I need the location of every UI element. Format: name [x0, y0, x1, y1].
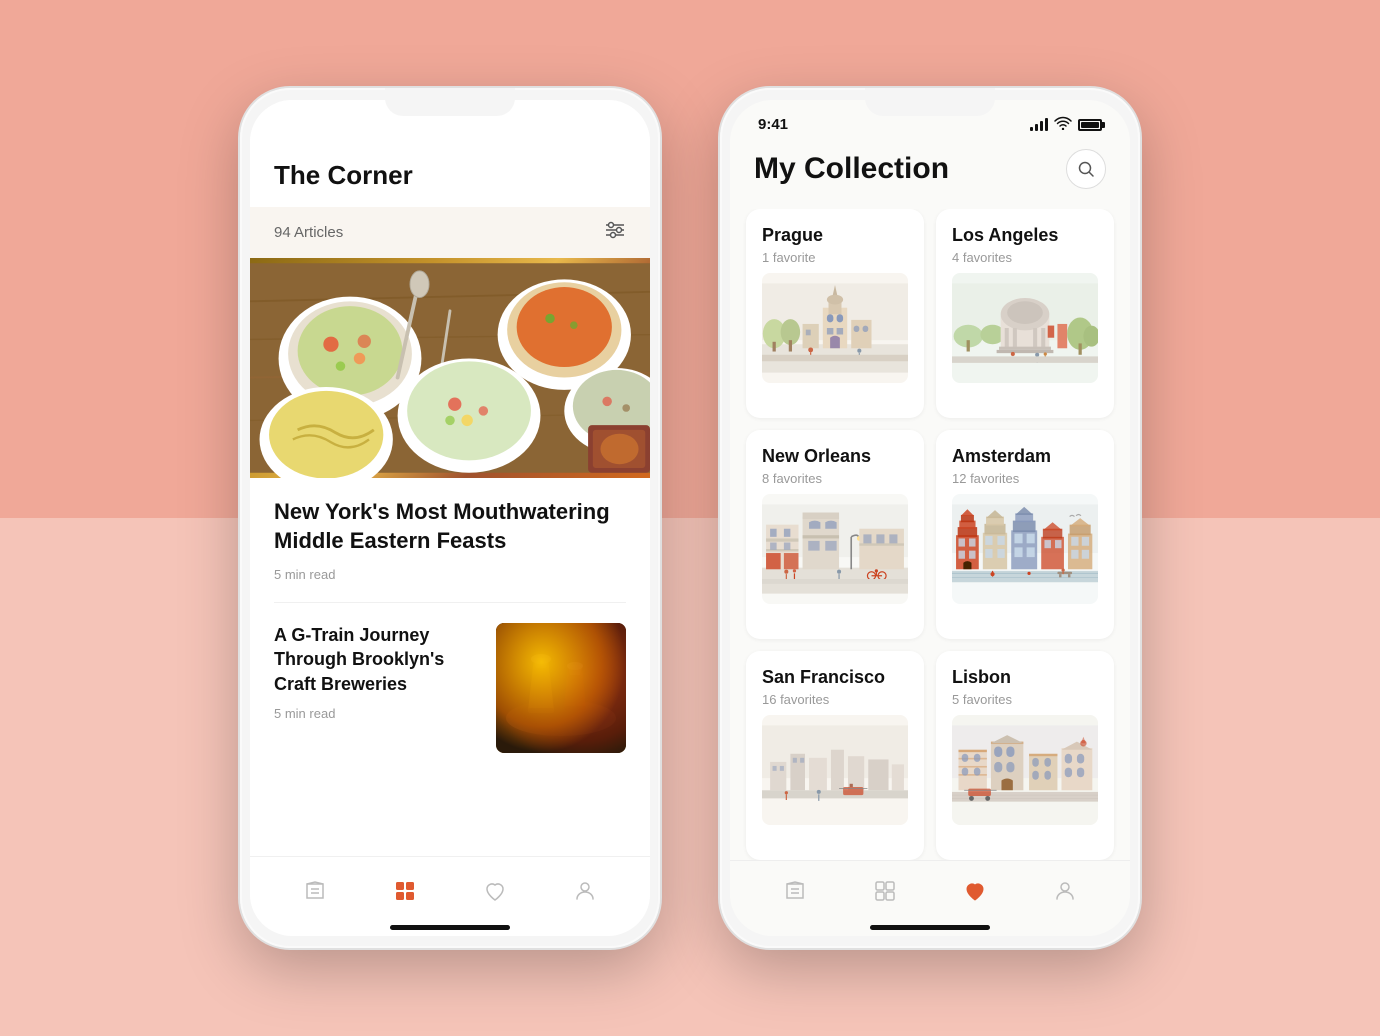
- right-nav-profile[interactable]: [1040, 873, 1090, 909]
- signal-bar-3: [1040, 121, 1043, 131]
- city-card-la[interactable]: Los Angeles 4 favorites: [936, 209, 1114, 418]
- right-screen-content: 9:41: [730, 100, 1130, 860]
- second-article-text: A G-Train Journey Through Brooklyn's Cra…: [274, 623, 480, 721]
- phone-notch-right: [865, 88, 995, 116]
- collection-title: My Collection: [754, 152, 949, 186]
- app-title: The Corner: [274, 160, 413, 190]
- sf-illustration: [762, 715, 908, 825]
- second-article-read-time: 5 min read: [274, 706, 480, 721]
- articles-count: 94 Articles: [274, 224, 343, 241]
- food-photo: [250, 258, 650, 478]
- battery-fill: [1081, 122, 1099, 128]
- main-article-read-time: 5 min read: [274, 567, 626, 582]
- city-favorites-prague: 1 favorite: [762, 250, 908, 265]
- nav-item-favorites[interactable]: [470, 873, 520, 909]
- city-name-new-orleans: New Orleans: [762, 446, 908, 467]
- articles-bar: 94 Articles: [250, 207, 650, 258]
- city-name-la: Los Angeles: [952, 225, 1098, 246]
- right-nav-browse[interactable]: [860, 873, 910, 909]
- city-favorites-sf: 16 favorites: [762, 692, 908, 707]
- new-orleans-illustration: [762, 494, 908, 604]
- second-article-title: A G-Train Journey Through Brooklyn's Cra…: [274, 623, 480, 696]
- prague-illustration: [762, 273, 908, 383]
- battery-icon: [1078, 119, 1102, 131]
- status-time: 9:41: [758, 116, 788, 133]
- signal-bar-2: [1035, 124, 1038, 131]
- collection-header: My Collection: [730, 141, 1130, 209]
- city-card-sf[interactable]: San Francisco 16 favorites: [746, 651, 924, 860]
- right-nav-read[interactable]: [770, 873, 820, 909]
- left-screen-content: The Corner 94 Articles: [250, 100, 650, 856]
- right-nav-favorites-active[interactable]: [950, 873, 1000, 909]
- bottom-nav-left: [250, 856, 650, 919]
- right-phone-screen: 9:41: [730, 100, 1130, 936]
- city-favorites-new-orleans: 8 favorites: [762, 471, 908, 486]
- second-article-thumb: [496, 623, 626, 753]
- phones-container: The Corner 94 Articles: [210, 58, 1170, 978]
- nav-item-read[interactable]: [290, 873, 340, 909]
- collection-grid: Prague 1 favorite: [730, 209, 1130, 860]
- right-phone: 9:41: [720, 88, 1140, 948]
- city-name-amsterdam: Amsterdam: [952, 446, 1098, 467]
- amsterdam-illustration: [952, 494, 1098, 604]
- signal-icon: [1030, 119, 1048, 131]
- left-phone-header: The Corner: [250, 100, 650, 207]
- left-phone-screen: The Corner 94 Articles: [250, 100, 650, 936]
- city-card-new-orleans[interactable]: New Orleans 8 favorites: [746, 430, 924, 639]
- la-illustration: [952, 273, 1098, 383]
- city-favorites-la: 4 favorites: [952, 250, 1098, 265]
- home-indicator-left: [390, 925, 510, 930]
- main-article: New York's Most Mouthwatering Middle Eas…: [250, 478, 650, 602]
- status-icons: [1030, 116, 1102, 133]
- city-card-lisbon[interactable]: Lisbon 5 favorites: [936, 651, 1114, 860]
- signal-bar-1: [1030, 127, 1033, 131]
- home-indicator-right: [870, 925, 990, 930]
- search-button[interactable]: [1066, 149, 1106, 189]
- city-favorites-lisbon: 5 favorites: [952, 692, 1098, 707]
- city-name-prague: Prague: [762, 225, 908, 246]
- main-article-title: New York's Most Mouthwatering Middle Eas…: [274, 498, 626, 555]
- phone-notch-left: [385, 88, 515, 116]
- city-name-lisbon: Lisbon: [952, 667, 1098, 688]
- city-name-sf: San Francisco: [762, 667, 908, 688]
- filter-icon[interactable]: [604, 221, 626, 244]
- city-favorites-amsterdam: 12 favorites: [952, 471, 1098, 486]
- lisbon-illustration: [952, 715, 1098, 825]
- nav-item-profile[interactable]: [560, 873, 610, 909]
- signal-bar-4: [1045, 118, 1048, 131]
- wifi-icon: [1054, 116, 1072, 133]
- city-card-amsterdam[interactable]: Amsterdam 12 favorites: [936, 430, 1114, 639]
- right-bottom-nav: [730, 860, 1130, 919]
- left-phone: The Corner 94 Articles: [240, 88, 660, 948]
- second-article[interactable]: A G-Train Journey Through Brooklyn's Cra…: [250, 603, 650, 773]
- nav-item-browse-active[interactable]: [380, 873, 430, 909]
- city-card-prague[interactable]: Prague 1 favorite: [746, 209, 924, 418]
